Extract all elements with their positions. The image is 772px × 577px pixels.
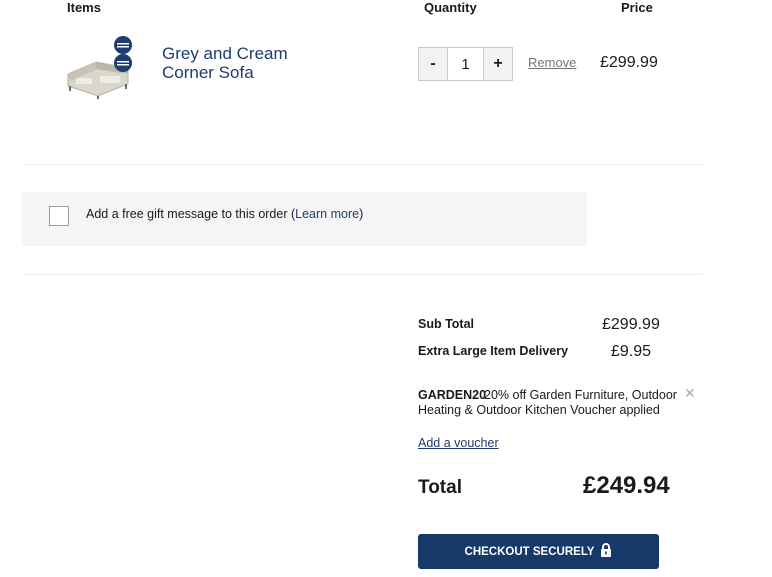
remove-voucher-close-icon[interactable]: ✕ bbox=[684, 385, 696, 402]
remove-item-link[interactable]: Remove bbox=[528, 55, 576, 70]
product-name-link[interactable]: Grey and Cream Corner Sofa bbox=[162, 44, 342, 82]
voucher-code: GARDEN20 bbox=[418, 388, 487, 402]
add-voucher-link[interactable]: Add a voucher bbox=[418, 436, 499, 450]
total-value: £249.94 bbox=[583, 472, 670, 499]
checkout-securely-button[interactable]: CHECKOUT SECURELY bbox=[418, 534, 659, 569]
subtotal-label: Sub Total bbox=[418, 317, 475, 331]
line-item-price: £299.99 bbox=[600, 54, 658, 71]
checkout-button-label: CHECKOUT SECURELY bbox=[464, 545, 595, 558]
quantity-input[interactable]: 1 bbox=[447, 48, 484, 80]
learn-more-link[interactable]: Learn more bbox=[295, 207, 359, 221]
divider bbox=[22, 274, 702, 275]
price-column-header: Price bbox=[621, 0, 653, 15]
total-label: Total bbox=[418, 477, 462, 498]
gift-message-checkbox[interactable] bbox=[49, 206, 69, 226]
increase-quantity-button[interactable]: + bbox=[484, 48, 512, 80]
gift-message-label: Add a free gift message to this order (L… bbox=[86, 207, 363, 221]
quantity-stepper[interactable]: - 1 + bbox=[418, 47, 513, 81]
divider bbox=[22, 164, 702, 165]
quantity-column-header: Quantity bbox=[424, 0, 477, 15]
decrease-quantity-button[interactable]: - bbox=[419, 48, 447, 80]
delivery-value: £9.95 bbox=[611, 343, 652, 360]
delivery-label: Extra Large Item Delivery bbox=[418, 344, 569, 358]
product-thumbnail[interactable] bbox=[62, 34, 146, 100]
gift-message-text: Add a free gift message to this order ( bbox=[86, 207, 296, 221]
gift-message-text-end: ) bbox=[359, 207, 364, 221]
lock-icon bbox=[600, 542, 612, 561]
subtotal-value: £299.99 bbox=[602, 316, 660, 333]
items-column-header: Items bbox=[67, 0, 101, 15]
